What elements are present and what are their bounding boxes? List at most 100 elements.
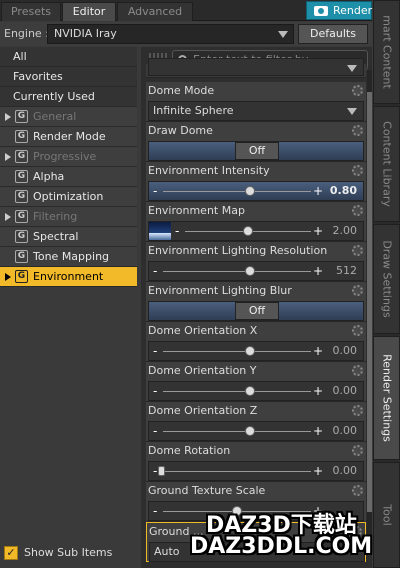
slider-track[interactable]	[163, 271, 311, 272]
nav-all[interactable]: All	[0, 47, 137, 67]
increment-button[interactable]: +	[313, 183, 323, 199]
render-button[interactable]: Render	[306, 1, 372, 20]
nav-group-tone-mapping[interactable]: G Tone Mapping	[0, 247, 137, 267]
decrement-button[interactable]: -	[153, 383, 157, 399]
env-lighting-resolution-slider[interactable]: - + 512	[148, 261, 364, 281]
nav-group-progressive[interactable]: G Progressive Rend...	[0, 147, 137, 183]
nav-group-environment[interactable]: G Environment	[0, 267, 137, 287]
decrement-button[interactable]: -	[153, 343, 157, 359]
tab-label: Tool	[380, 504, 393, 526]
slider-value[interactable]: 0.80	[330, 184, 357, 197]
dropdown-value: Infinite Sphere	[153, 104, 234, 117]
increment-button[interactable]: +	[313, 423, 323, 439]
tab-smart-content[interactable]: mart Content	[373, 0, 400, 104]
property-dropdown[interactable]	[148, 58, 364, 76]
gear-icon[interactable]	[352, 85, 363, 96]
scrollbar-thumb[interactable]	[367, 92, 372, 512]
decrement-button[interactable]: -	[153, 463, 157, 479]
gear-icon[interactable]	[352, 125, 363, 136]
dome-orientation-z-slider[interactable]: - + 0.00	[148, 421, 364, 441]
env-lighting-blur-toggle[interactable]: Off	[235, 302, 279, 320]
tab-draw-settings[interactable]: Draw Settings	[373, 224, 400, 334]
engine-select[interactable]: NVIDIA Iray	[47, 24, 294, 44]
environment-intensity-slider[interactable]: - + 0.80	[148, 181, 364, 201]
property-dome-orientation-x: Dome Orientation X - + 0.00	[146, 322, 366, 362]
tab-render-settings[interactable]: Render Settings	[373, 336, 400, 460]
nav-group-label: Tone Mapping	[33, 250, 110, 263]
slider-knob[interactable]	[158, 466, 165, 476]
environment-map-slider[interactable]: - + 2.00	[148, 221, 364, 241]
decrement-button[interactable]: -	[153, 503, 157, 519]
gear-icon[interactable]	[352, 165, 363, 176]
draw-dome-toggle[interactable]: Off	[235, 142, 279, 160]
slider-track[interactable]	[163, 471, 311, 472]
decrement-button[interactable]: -	[153, 183, 157, 199]
tab-presets[interactable]: Presets	[1, 2, 61, 21]
expand-arrow-icon[interactable]	[5, 273, 11, 281]
group-icon: G	[15, 110, 28, 123]
dome-mode-dropdown[interactable]: Infinite Sphere	[148, 101, 364, 121]
nav-group-general[interactable]: G General	[0, 107, 137, 127]
slider-knob[interactable]	[245, 266, 256, 276]
slider-knob[interactable]	[243, 226, 253, 236]
expand-arrow-icon[interactable]	[5, 113, 11, 121]
gear-icon[interactable]	[352, 405, 363, 416]
slider-knob[interactable]	[245, 186, 256, 196]
expand-arrow-icon[interactable]	[5, 213, 11, 221]
decrement-button[interactable]: -	[153, 423, 157, 439]
increment-button[interactable]: +	[313, 263, 323, 279]
gear-icon[interactable]	[352, 365, 363, 376]
slider-value[interactable]: 512	[336, 264, 357, 277]
tab-advanced[interactable]: Advanced	[117, 2, 193, 21]
slider-track[interactable]	[163, 351, 311, 352]
tab-tool[interactable]: Tool	[373, 462, 400, 568]
gear-icon[interactable]	[352, 205, 363, 216]
nav-favorites[interactable]: Favorites	[0, 67, 137, 87]
nav-group-render-mode[interactable]: G Render Mode	[0, 127, 137, 147]
increment-button[interactable]: +	[313, 343, 323, 359]
top-tab-bar: Presets Editor Advanced Render	[0, 0, 372, 21]
engine-value: NVIDIA Iray	[54, 27, 117, 40]
gear-icon[interactable]	[352, 485, 363, 496]
tab-content-library[interactable]: Content Library	[373, 106, 400, 222]
property-label: Environment Map	[148, 204, 245, 217]
increment-button[interactable]: +	[313, 383, 323, 399]
decrement-button[interactable]: -	[153, 263, 157, 279]
render-label: Render	[333, 4, 373, 17]
slider-value[interactable]: 0.00	[333, 344, 358, 357]
slider-value[interactable]: 0.00	[333, 384, 358, 397]
slider-knob[interactable]	[245, 346, 256, 356]
slider-track[interactable]	[163, 431, 311, 432]
nav-group-spectral[interactable]: G Spectral Rendering	[0, 227, 137, 263]
slider-knob[interactable]	[245, 426, 256, 436]
nav-group-alpha[interactable]: G Alpha	[0, 167, 137, 187]
slider-value[interactable]: 0.00	[333, 424, 358, 437]
defaults-button[interactable]: Defaults	[298, 24, 368, 44]
nav-group-optimization[interactable]: G Optimization	[0, 187, 137, 207]
slider-track[interactable]	[163, 191, 311, 192]
nav-currently-used[interactable]: Currently Used	[0, 87, 137, 107]
nav-group-filtering[interactable]: G Filtering	[0, 207, 137, 227]
tab-label: Render Settings	[380, 354, 393, 442]
slider-knob[interactable]	[245, 386, 256, 396]
decrement-button[interactable]: -	[175, 223, 179, 239]
dome-rotation-slider[interactable]: - + 0.00	[148, 461, 364, 481]
increment-button[interactable]: +	[313, 223, 323, 239]
tab-editor[interactable]: Editor	[62, 2, 116, 21]
show-sub-items-checkbox[interactable]: ✓ Show Sub Items	[4, 544, 112, 562]
gear-icon[interactable]	[352, 445, 363, 456]
increment-button[interactable]: +	[313, 463, 323, 479]
slider-value[interactable]: 2.00	[333, 224, 358, 237]
gear-icon[interactable]	[352, 245, 363, 256]
property-label: Dome Mode	[148, 84, 215, 97]
slider-value[interactable]: 0.00	[333, 464, 358, 477]
dome-orientation-y-slider[interactable]: - + 0.00	[148, 381, 364, 401]
gear-icon[interactable]	[352, 325, 363, 336]
gear-icon[interactable]	[352, 285, 363, 296]
property-label: Ground Texture Scale	[148, 484, 266, 497]
property-row-partial	[146, 58, 366, 78]
dome-orientation-x-slider[interactable]: - + 0.00	[148, 341, 364, 361]
expand-arrow-icon[interactable]	[5, 153, 11, 161]
slider-track[interactable]	[163, 391, 311, 392]
environment-map-thumbnail[interactable]	[149, 222, 171, 240]
